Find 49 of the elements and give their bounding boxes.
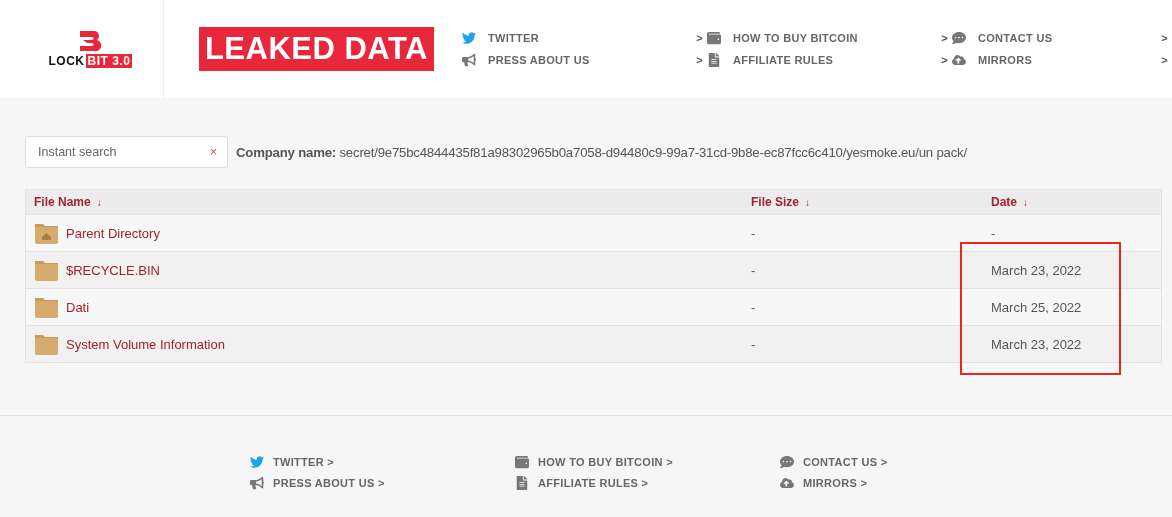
company-path: Company name: secret/9e75bc4844435f81a98302965b0a7058-d94480c9-99a7-31cd-9b8e-ec87fcc6c410/yesmoke.eu/un pack/	[236, 144, 967, 160]
document-icon	[707, 53, 721, 67]
size-cell-text: -	[751, 225, 757, 241]
document-icon	[515, 475, 529, 490]
date-cell-text: March 25, 2022	[991, 299, 1083, 315]
chat-icon	[780, 454, 794, 469]
file-link[interactable]: Dati	[66, 299, 90, 315]
date-cell-text: March 23, 2022	[991, 262, 1083, 278]
nav-link[interactable]: MIRRORS >	[780, 472, 980, 493]
nav-link[interactable]: AFFILIATE RULES >	[707, 49, 952, 71]
wallet-icon	[707, 31, 721, 45]
home-folder-icon	[34, 221, 59, 245]
cloud-icon	[780, 475, 794, 490]
nav-link[interactable]: HOW TO BUY BITCOIN >	[515, 451, 780, 472]
nav-link[interactable]: AFFILIATE RULES >	[515, 472, 780, 493]
date-cell-text: -	[991, 225, 997, 241]
search-field[interactable]: Instant search ×	[25, 136, 228, 168]
bird-icon	[462, 31, 476, 45]
logo-mark-icon	[77, 30, 104, 52]
column-header[interactable]: Date ↓	[991, 195, 1161, 209]
size-cell-text: -	[751, 336, 757, 352]
folder-icon	[34, 258, 59, 282]
nav-link[interactable]: TWITTER >	[250, 451, 515, 472]
file-link[interactable]: System Volume Information	[66, 336, 225, 352]
folder-icon	[34, 332, 59, 356]
logo[interactable]: LOCK BIT 3.0	[18, 0, 164, 98]
clear-button[interactable]: ×	[210, 145, 217, 159]
nav-link[interactable]: CONTACT US >	[780, 451, 980, 472]
bird-icon	[250, 454, 264, 469]
folder-icon	[34, 295, 59, 319]
page-title: LEAKED DATA	[198, 27, 434, 71]
nav-link[interactable]: TWITTER >	[462, 27, 707, 49]
file-link[interactable]: $RECYCLE.BIN	[66, 262, 160, 278]
cloud-icon	[952, 53, 966, 67]
column-header[interactable]: File Name ↓	[34, 195, 751, 209]
chat-icon	[952, 31, 966, 45]
megaphone-icon	[462, 53, 476, 67]
nav-link[interactable]: HOW TO BUY BITCOIN >	[707, 27, 952, 49]
file-link[interactable]: Parent Directory	[66, 225, 160, 241]
date-cell-text: March 23, 2022	[991, 336, 1083, 352]
wallet-icon	[515, 454, 529, 469]
size-cell-text: -	[751, 299, 757, 315]
megaphone-icon	[250, 475, 264, 490]
size-cell-text: -	[751, 262, 757, 278]
column-header[interactable]: File Size ↓	[751, 195, 991, 209]
nav-link[interactable]: PRESS ABOUT US >	[462, 49, 707, 71]
nav-link[interactable]: CONTACT US >	[952, 27, 1172, 49]
nav-link[interactable]: PRESS ABOUT US >	[250, 472, 515, 493]
nav-link[interactable]: MIRRORS >	[952, 49, 1172, 71]
